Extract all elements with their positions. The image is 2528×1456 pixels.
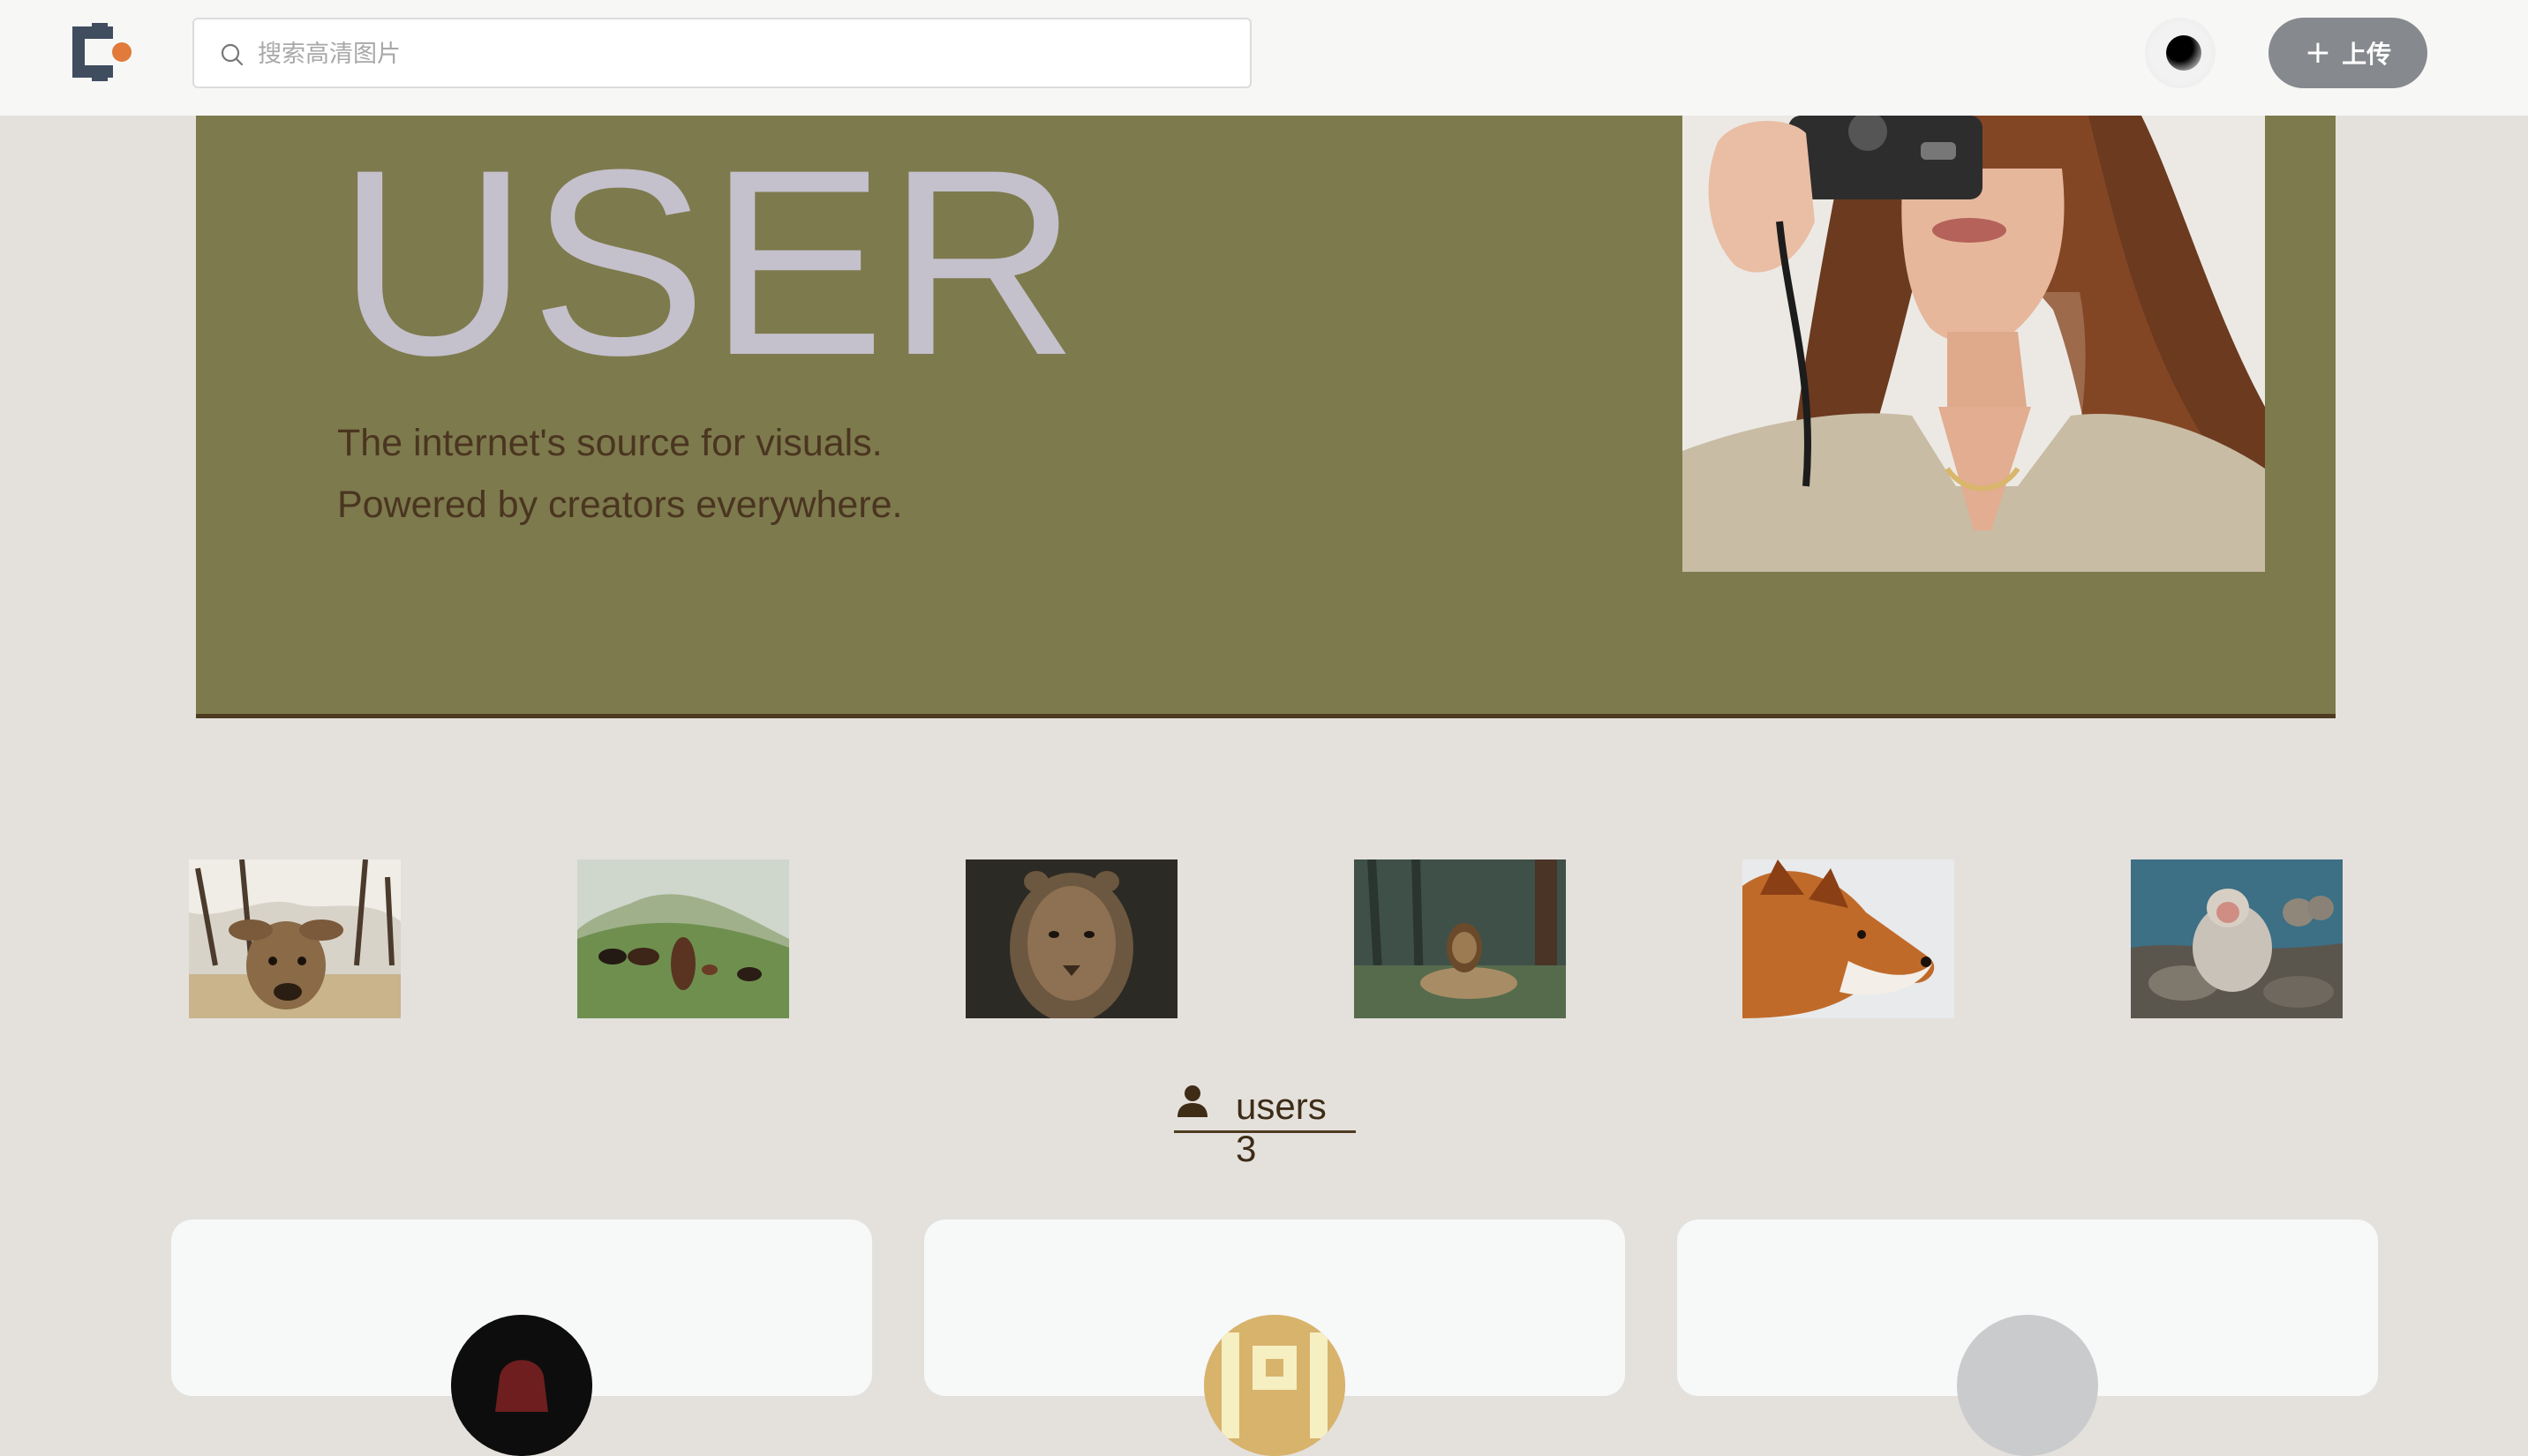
users-label: users <box>1236 1085 1327 1127</box>
user-card[interactable] <box>1677 1220 2378 1456</box>
user-avatar[interactable] <box>2145 18 2216 88</box>
search-input[interactable] <box>258 28 1229 79</box>
horses-photo[interactable] <box>577 859 789 1018</box>
hero-banner: USER The internet's source for visuals. … <box>196 116 2336 718</box>
top-bar: + 上传 <box>0 0 2528 116</box>
dark-red-avatar <box>451 1315 592 1456</box>
upload-label: 上传 <box>2342 40 2392 69</box>
default-grey-avatar <box>1957 1315 2098 1456</box>
upload-button[interactable]: + 上传 <box>2268 18 2427 88</box>
user-card[interactable] <box>924 1220 1625 1456</box>
brand-logo[interactable] <box>72 23 134 81</box>
hero-subtitle-line2: Powered by creators everywhere. <box>337 484 903 526</box>
search-icon <box>221 43 244 66</box>
lion-in-forest-photo[interactable] <box>1354 859 1566 1018</box>
plus-icon: + <box>2304 34 2332 71</box>
tab-users[interactable]: users 3 <box>1174 1078 1356 1169</box>
hero-subtitle-line1: The internet's source for visuals. <box>337 422 883 464</box>
avatar-icon <box>2166 35 2201 71</box>
pattern-avatar <box>1204 1315 1345 1456</box>
woman-holding-camera-photo <box>1682 116 2265 572</box>
hero-title: USER <box>337 114 1080 410</box>
deer-photo[interactable] <box>189 859 401 1018</box>
user-card[interactable] <box>171 1220 872 1456</box>
snow-monkey-photo[interactable] <box>2131 859 2343 1018</box>
users-count: 3 <box>1236 1128 1257 1169</box>
users-tab-label: users 3 <box>1236 1085 1356 1170</box>
fox-photo[interactable] <box>1742 859 1954 1018</box>
user-icon <box>1177 1085 1208 1117</box>
search-box[interactable] <box>192 18 1252 88</box>
lioness-photo[interactable] <box>966 859 1177 1018</box>
